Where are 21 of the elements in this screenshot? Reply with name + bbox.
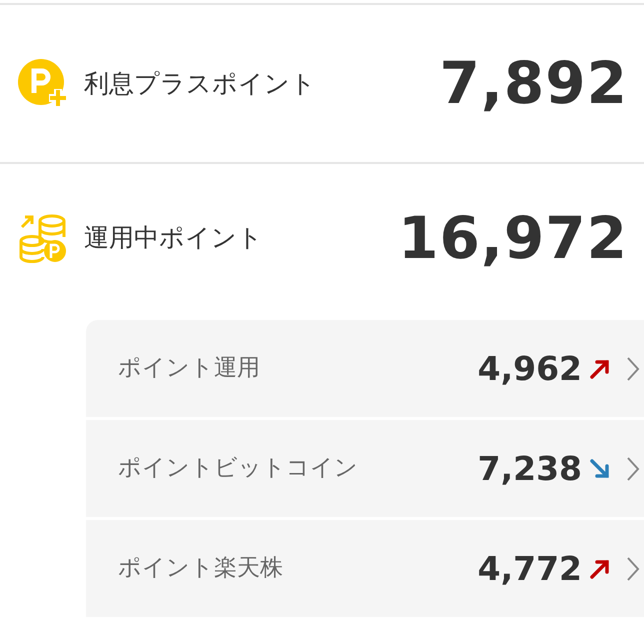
coins-icon (18, 213, 68, 263)
chevron-icon (626, 356, 640, 382)
investment-label: ポイント運用 (118, 354, 260, 384)
up-arrow-icon (590, 358, 610, 378)
chevron-icon (626, 556, 640, 582)
chevron-icon (626, 456, 640, 482)
investment-row[interactable]: ポイント楽天株 4,772 (86, 520, 644, 620)
up-arrow-icon (590, 558, 610, 578)
investment-row[interactable]: ポイント運用 4,962 (86, 320, 644, 420)
point-plus-icon (18, 58, 68, 108)
investment-label: ポイントビットコイン (118, 454, 358, 484)
summary-label: 利息プラスポイント (84, 68, 316, 100)
summary-label: 運用中ポイント (84, 222, 263, 254)
summary-value: 7,892 (440, 48, 628, 119)
summary-value: 16,972 (398, 202, 628, 274)
investment-value: 7,238 (478, 448, 582, 490)
investment-row[interactable]: ポイントビットコイン 7,238 (86, 420, 644, 520)
investment-value: 4,962 (478, 348, 582, 390)
investment-value: 4,772 (478, 548, 582, 590)
investment-label: ポイント楽天株 (118, 554, 283, 584)
down-arrow-icon (590, 458, 610, 478)
